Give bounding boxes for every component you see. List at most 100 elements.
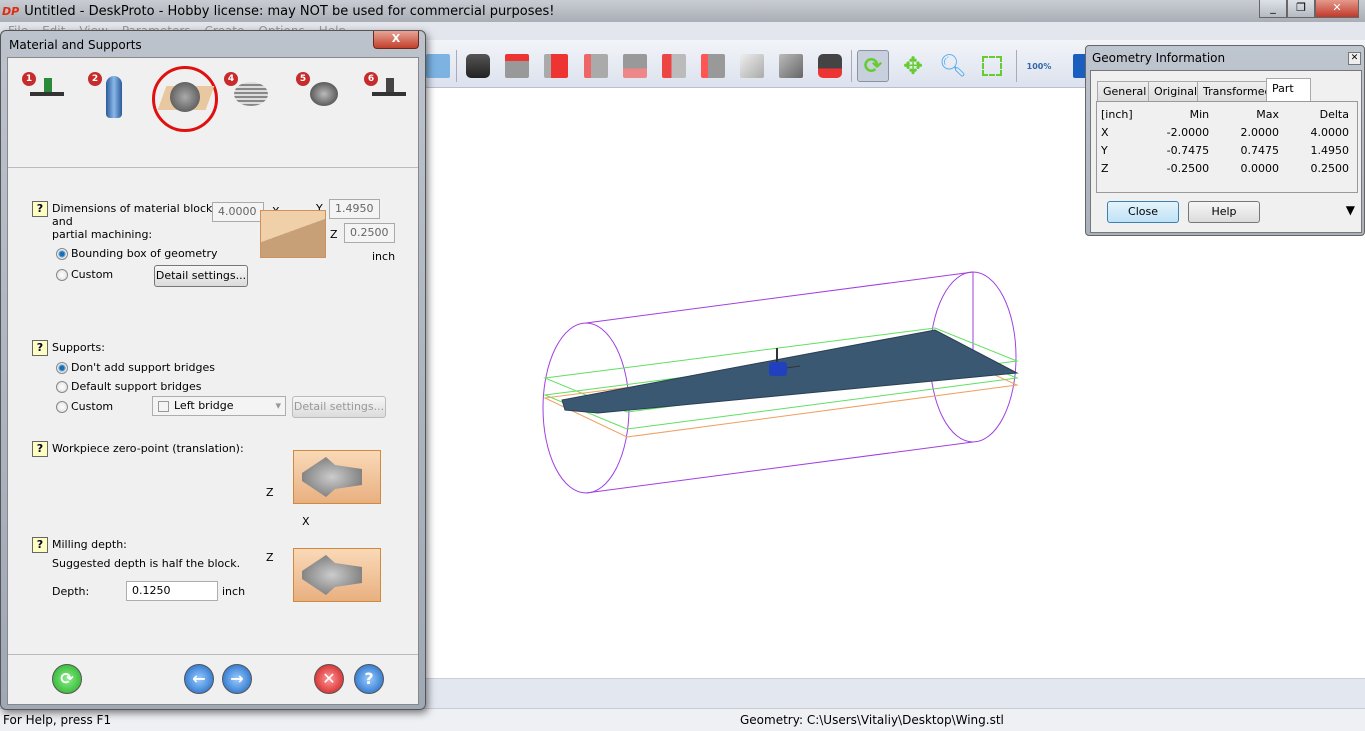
bridge-dropdown[interactable]: Left bridge ▾ bbox=[152, 396, 286, 416]
bridge-value: Left bridge bbox=[174, 399, 234, 412]
cell: -0.2500 bbox=[1166, 161, 1210, 175]
view-front-icon[interactable] bbox=[540, 50, 572, 82]
cell: -0.7475 bbox=[1166, 143, 1210, 157]
chevron-down-icon: ▾ bbox=[275, 399, 281, 412]
help-icon[interactable]: ? bbox=[354, 664, 384, 694]
zero-point-label: Workpiece zero-point (translation): bbox=[52, 442, 244, 455]
step-1-machine[interactable]: 1 bbox=[22, 72, 68, 132]
geometry-table: [inch] Min Max Delta X -2.0000 2.0000 4.0000 Y… bbox=[1101, 105, 1353, 177]
detail-settings-button[interactable]: Detail settings... bbox=[154, 265, 248, 287]
minimize-button[interactable]: _ bbox=[1259, 0, 1287, 18]
back-arrow-icon[interactable]: ← bbox=[184, 664, 214, 694]
zoom-in-out-icon[interactable]: 🔍︎ bbox=[937, 50, 969, 82]
zero-point-selector[interactable] bbox=[293, 450, 381, 504]
dim-unit: inch bbox=[372, 250, 396, 263]
header-delta: Delta bbox=[1319, 107, 1349, 121]
zero-x-label: X bbox=[302, 515, 310, 528]
radio-custom-block[interactable]: Custom bbox=[56, 268, 113, 281]
cell: 1.4950 bbox=[1310, 143, 1350, 157]
table-row: Y -0.7475 0.7475 1.4950 bbox=[1101, 141, 1353, 159]
geometry-info-dialog: Geometry Information ✕ General Original … bbox=[1085, 45, 1365, 236]
help-supports-button[interactable]: ? bbox=[32, 340, 48, 356]
depth-z-label: Z bbox=[266, 551, 274, 564]
depth-field-label: Depth: bbox=[52, 585, 90, 598]
dim-x-field: 4.0000 bbox=[212, 202, 264, 222]
help-zero-point-button[interactable]: ? bbox=[32, 441, 48, 457]
cell: Y bbox=[1101, 143, 1108, 157]
supports-label: Supports: bbox=[52, 341, 105, 354]
wing-geometry bbox=[561, 329, 1019, 414]
geometry-close-button[interactable]: Close bbox=[1107, 201, 1179, 223]
radio-default-supports[interactable]: Default support bridges bbox=[56, 380, 201, 393]
radio-label: Custom bbox=[71, 400, 114, 413]
geometry-info-close-icon[interactable]: ✕ bbox=[1348, 52, 1361, 65]
cell: 0.0000 bbox=[1240, 161, 1280, 175]
expand-arrow-icon[interactable]: ▼ bbox=[1346, 203, 1355, 217]
view-top-icon[interactable] bbox=[501, 50, 533, 82]
status-bar: For Help, press F1 Geometry: C:\Users\Vi… bbox=[0, 708, 1365, 731]
step-3-material[interactable]: 3 bbox=[152, 66, 218, 132]
table-header: [inch] Min Max Delta bbox=[1101, 105, 1353, 123]
cell: -2.0000 bbox=[1166, 125, 1210, 139]
tab-general[interactable]: General bbox=[1097, 81, 1153, 101]
dimensions-label-3: partial machining: bbox=[52, 228, 153, 241]
maximize-button[interactable]: ❐ bbox=[1287, 0, 1315, 18]
dim-z-field: 0.2500 bbox=[344, 223, 395, 243]
radio-custom-supports[interactable]: Custom bbox=[56, 400, 113, 413]
cell: X bbox=[1101, 125, 1109, 139]
cancel-icon[interactable]: ✕ bbox=[314, 664, 344, 694]
header-max: Max bbox=[1256, 107, 1280, 121]
zero-z-label: Z bbox=[266, 486, 274, 499]
tab-part[interactable]: Part bbox=[1266, 78, 1311, 102]
help-dimensions-button[interactable]: ? bbox=[32, 201, 48, 217]
supports-detail-button: Detail settings... bbox=[292, 396, 386, 418]
rotate-icon[interactable]: ⟳ bbox=[857, 50, 889, 82]
material-supports-dialog: Material and Supports X 1 2 3 4 5 6 ? Di… bbox=[0, 30, 426, 710]
radio-label: Don't add support bridges bbox=[71, 361, 215, 374]
header-unit: [inch] bbox=[1101, 107, 1133, 121]
cell: 0.2500 bbox=[1310, 161, 1350, 175]
radio-bounding-box[interactable]: Bounding box of geometry bbox=[56, 247, 218, 260]
radio-label: Bounding box of geometry bbox=[71, 247, 218, 260]
view-back-icon[interactable] bbox=[619, 50, 651, 82]
reset-icon[interactable]: ⟳ bbox=[52, 664, 82, 694]
step-5-simulation[interactable]: 5 bbox=[296, 72, 342, 132]
table-row: Z -0.2500 0.0000 0.2500 bbox=[1101, 159, 1353, 177]
status-help-text: For Help, press F1 bbox=[3, 713, 112, 727]
cell: 0.7475 bbox=[1240, 143, 1280, 157]
camera-undo-icon[interactable] bbox=[814, 50, 846, 82]
help-depth-button[interactable]: ? bbox=[32, 537, 48, 553]
depth-hint: Suggested depth is half the block. bbox=[52, 557, 241, 570]
close-window-button[interactable]: ✕ bbox=[1315, 0, 1359, 18]
dialog-close-button[interactable]: X bbox=[373, 31, 419, 49]
radio-label: Default support bridges bbox=[71, 380, 202, 393]
view-right-icon[interactable] bbox=[658, 50, 690, 82]
bridge-checkbox[interactable] bbox=[158, 400, 169, 412]
screenshot-icon[interactable] bbox=[462, 50, 494, 82]
milling-depth-image bbox=[293, 548, 381, 602]
step-2-geometry[interactable]: 2 bbox=[88, 72, 134, 132]
app-logo: DP bbox=[2, 4, 20, 18]
pan-icon[interactable]: ✥ bbox=[897, 50, 929, 82]
step-4-toolpaths[interactable]: 4 bbox=[224, 72, 270, 132]
view-iso-icon[interactable] bbox=[736, 50, 768, 82]
cell: 4.0000 bbox=[1310, 125, 1350, 139]
wizard-steps: 1 2 3 4 5 6 bbox=[8, 58, 418, 168]
view-bottom-icon[interactable] bbox=[697, 50, 729, 82]
step-6-create[interactable]: 6 bbox=[364, 72, 410, 132]
zoom-window-icon[interactable] bbox=[976, 50, 1008, 82]
depth-label: Milling depth: bbox=[52, 538, 127, 551]
radio-no-supports[interactable]: Don't add support bridges bbox=[56, 361, 215, 374]
depth-input[interactable]: 0.1250 bbox=[126, 581, 218, 601]
next-arrow-icon[interactable]: → bbox=[222, 664, 252, 694]
window-title: Untitled - DeskProto - Hobby license: ma… bbox=[24, 3, 555, 19]
dimensions-label: Dimensions of material block bbox=[52, 202, 213, 215]
view-shaded-icon[interactable] bbox=[775, 50, 807, 82]
table-row: X -2.0000 2.0000 4.0000 bbox=[1101, 123, 1353, 141]
view-list-icon[interactable] bbox=[422, 50, 454, 82]
geometry-info-title: Geometry Information bbox=[1092, 51, 1226, 65]
tab-original[interactable]: Original bbox=[1148, 81, 1204, 101]
geometry-help-button[interactable]: Help bbox=[1188, 201, 1260, 223]
zoom-100-icon[interactable]: 100% bbox=[1023, 50, 1055, 82]
view-left-icon[interactable] bbox=[580, 50, 612, 82]
